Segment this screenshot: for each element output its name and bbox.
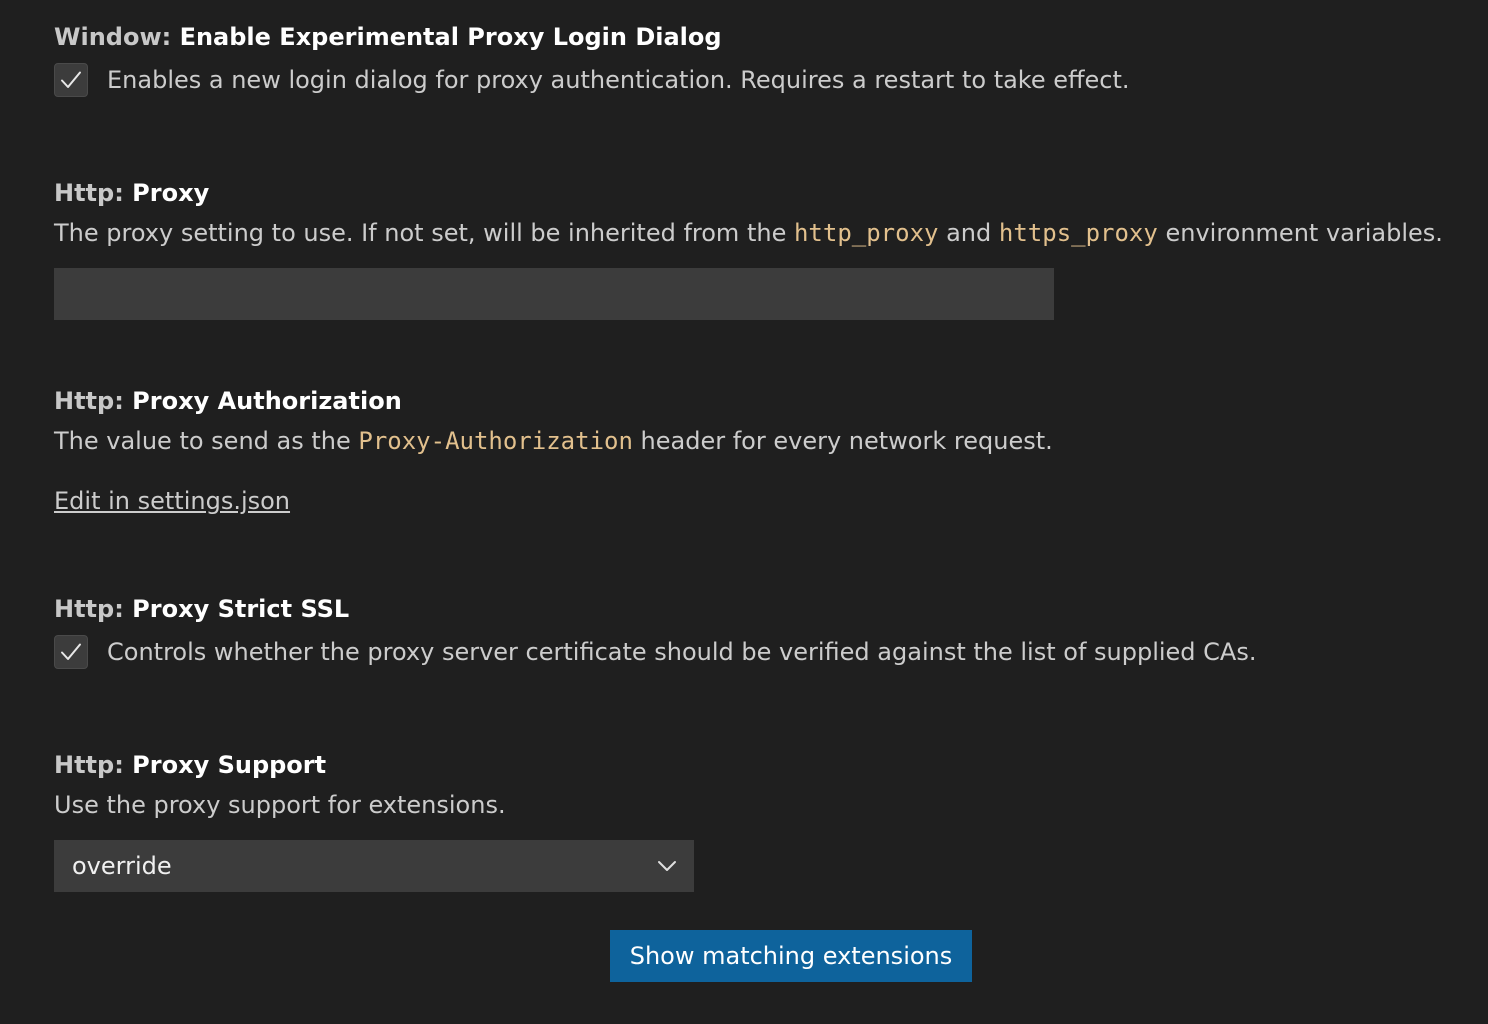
check-icon <box>61 643 81 660</box>
setting-key: Proxy <box>132 179 210 207</box>
proxy-strict-ssl-checkbox[interactable] <box>54 635 88 669</box>
setting-title: Http: Proxy Support <box>54 750 1468 780</box>
setting-title: Http: Proxy <box>54 178 1468 208</box>
setting-category: Http: <box>54 179 133 207</box>
setting-proxy-login-dialog: Window: Enable Experimental Proxy Login … <box>54 22 1468 98</box>
setting-title: Window: Enable Experimental Proxy Login … <box>54 22 1468 52</box>
setting-http-proxy-authorization: Http: Proxy Authorization The value to s… <box>54 386 1468 516</box>
setting-http-proxy-support: Http: Proxy Support Use the proxy suppor… <box>54 750 1468 892</box>
setting-key: Proxy Strict SSL <box>132 595 350 623</box>
setting-category: Window: <box>54 23 180 51</box>
desc-text: and <box>938 219 999 247</box>
proxy-input[interactable] <box>54 268 1054 320</box>
desc-text: The value to send as the <box>54 427 359 455</box>
select-value: override <box>72 852 172 880</box>
setting-key: Proxy Authorization <box>132 387 402 415</box>
setting-title: Http: Proxy Authorization <box>54 386 1468 416</box>
desc-text: environment variables. <box>1157 219 1443 247</box>
desc-code-http-proxy: http_proxy <box>793 219 939 247</box>
setting-description: The value to send as the Proxy-Authoriza… <box>54 424 1468 458</box>
proxy-login-checkbox[interactable] <box>54 63 88 97</box>
settings-page: Window: Enable Experimental Proxy Login … <box>0 0 1488 1024</box>
setting-http-proxy-strict-ssl: Http: Proxy Strict SSL Controls whether … <box>54 594 1468 670</box>
proxy-support-select[interactable]: override <box>54 840 694 892</box>
setting-category: Http: <box>54 751 133 779</box>
setting-title: Http: Proxy Strict SSL <box>54 594 1468 624</box>
edit-in-settings-json-link[interactable]: Edit in settings.json <box>54 486 290 516</box>
setting-description: The proxy setting to use. If not set, wi… <box>54 216 1468 250</box>
desc-code-https-proxy: https_proxy <box>998 219 1158 247</box>
desc-text: The proxy setting to use. If not set, wi… <box>54 219 794 247</box>
setting-description: Controls whether the proxy server certif… <box>107 638 1257 666</box>
setting-description: Use the proxy support for extensions. <box>54 791 506 819</box>
check-icon <box>61 71 81 88</box>
setting-category: Http: <box>54 387 133 415</box>
setting-http-proxy: Http: Proxy The proxy setting to use. If… <box>54 178 1468 320</box>
chevron-down-icon <box>658 861 676 871</box>
setting-key: Enable Experimental Proxy Login Dialog <box>179 23 722 51</box>
show-matching-extensions-button[interactable]: Show matching extensions <box>610 930 972 982</box>
setting-category: Http: <box>54 595 133 623</box>
setting-key: Proxy Support <box>132 751 327 779</box>
checkbox-row: Controls whether the proxy server certif… <box>54 634 1468 670</box>
desc-code-proxy-authorization: Proxy-Authorization <box>358 427 633 455</box>
checkbox-row: Enables a new login dialog for proxy aut… <box>54 62 1468 98</box>
setting-description: Enables a new login dialog for proxy aut… <box>107 66 1130 94</box>
desc-text: header for every network request. <box>632 427 1053 455</box>
